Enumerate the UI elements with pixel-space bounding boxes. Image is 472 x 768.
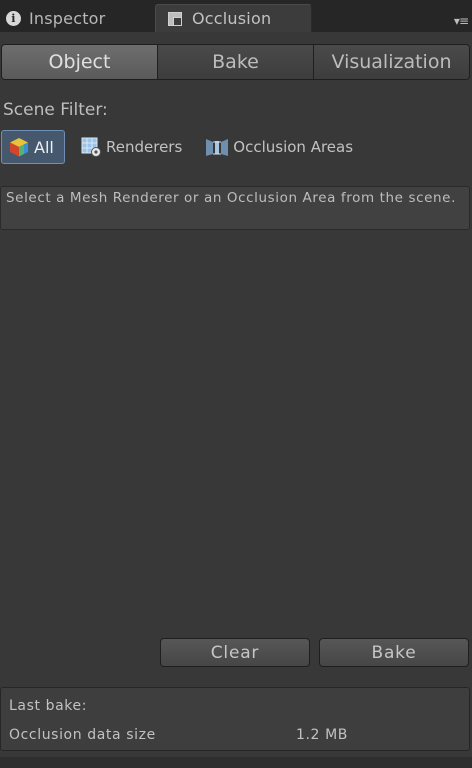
tab-object[interactable]: Object [2, 45, 157, 79]
bake-stats-panel: Last bake: Occlusion data size 1.2 MB [0, 687, 470, 751]
tab-occlusion[interactable]: Occlusion [155, 4, 312, 32]
renderer-icon [81, 137, 101, 157]
bottom-strip [0, 757, 472, 768]
scene-filter-options: All Renderers Occlusion Areas [1, 128, 353, 166]
tab-bake[interactable]: Bake [157, 45, 313, 79]
filter-all-label: All [34, 137, 54, 157]
help-message: Select a Mesh Renderer or an Occlusion A… [0, 186, 470, 230]
filter-renderers-button[interactable]: Renderers [80, 130, 182, 164]
occlusion-mode-tabs: Object Bake Visualization [1, 44, 470, 80]
last-bake-label: Last bake: [9, 698, 88, 714]
tab-inspector-label: Inspector [29, 8, 106, 28]
filter-occlusion-areas-label: Occlusion Areas [233, 138, 354, 156]
occlusion-icon [168, 11, 182, 26]
info-icon: i [6, 10, 21, 26]
menu-icon[interactable]: ▾≡ [454, 14, 469, 28]
bake-button[interactable]: Bake [319, 638, 469, 667]
occlusion-data-size-label: Occlusion data size [9, 727, 156, 743]
cube-icon [10, 138, 28, 157]
tab-inspector[interactable]: i Inspector [6, 4, 105, 32]
clear-button[interactable]: Clear [160, 638, 310, 667]
tab-visualization[interactable]: Visualization [313, 45, 469, 79]
filter-occlusion-areas-button[interactable]: Occlusion Areas [204, 130, 353, 164]
occlusion-area-icon [206, 139, 229, 156]
filter-all-button[interactable]: All [1, 130, 65, 164]
occlusion-data-size-value: 1.2 MB [296, 727, 348, 743]
filter-renderers-label: Renderers [106, 138, 183, 156]
scene-filter-label: Scene Filter: [3, 100, 108, 120]
window-tab-bar: i Inspector Occlusion ▾≡ [0, 0, 472, 32]
tab-occlusion-label: Occlusion [192, 9, 272, 28]
